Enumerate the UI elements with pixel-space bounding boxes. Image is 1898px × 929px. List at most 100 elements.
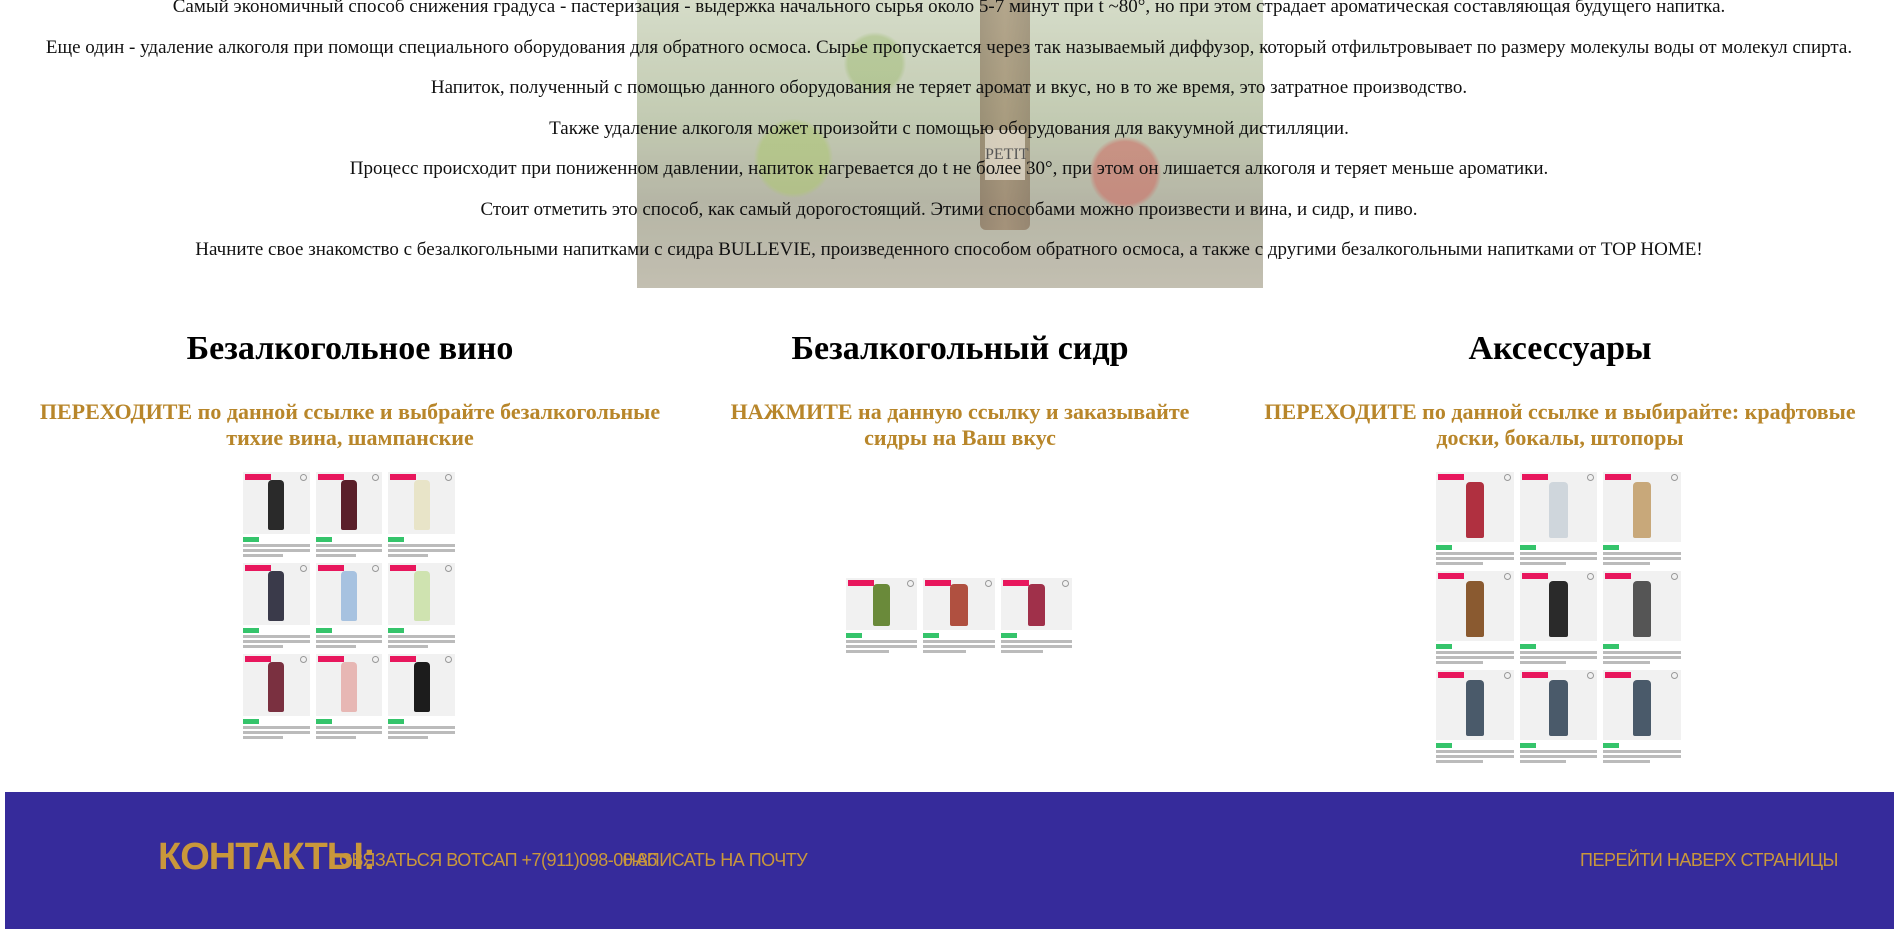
- heart-icon[interactable]: [1670, 672, 1678, 679]
- product-text-line: [388, 640, 455, 643]
- heart-icon[interactable]: [372, 656, 380, 663]
- product-text-line: [315, 736, 356, 739]
- product-shape: [1632, 680, 1652, 736]
- product-text-line: [1603, 552, 1681, 555]
- product-image: [1000, 578, 1072, 630]
- heart-icon[interactable]: [907, 580, 915, 587]
- product-text-line: [1519, 755, 1598, 758]
- product-shape: [1465, 482, 1485, 538]
- product-card[interactable]: [1436, 571, 1514, 664]
- product-shape: [1465, 680, 1485, 736]
- heart-icon[interactable]: [372, 474, 380, 481]
- heart-icon[interactable]: [1503, 573, 1511, 580]
- product-text-line: [243, 726, 310, 729]
- product-card[interactable]: [1519, 571, 1598, 664]
- heart-icon[interactable]: [1587, 474, 1595, 481]
- sale-badge: [925, 580, 952, 586]
- product-card[interactable]: [1519, 472, 1598, 565]
- intro-paragraph: Напиток, полученный с помощью данного об…: [430, 77, 1468, 98]
- wine-link[interactable]: ПЕРЕХОДИТЕ по данной ссылке и выбрайте б…: [20, 399, 680, 451]
- product-card[interactable]: [388, 654, 455, 739]
- product-card[interactable]: [846, 578, 918, 653]
- sale-badge: [1438, 573, 1464, 579]
- product-text-line: [315, 554, 356, 557]
- product-text-line: [1603, 760, 1650, 763]
- product-text-line: [1436, 651, 1514, 654]
- product-shape: [413, 662, 430, 712]
- product-card[interactable]: [1603, 571, 1681, 664]
- heart-icon[interactable]: [444, 656, 452, 663]
- accessories-products-image[interactable]: [1436, 472, 1681, 763]
- product-text-line: [1603, 557, 1681, 560]
- product-card[interactable]: [243, 472, 310, 557]
- sale-badge: [245, 474, 271, 480]
- product-shape: [1549, 482, 1568, 538]
- sale-badge: [1521, 573, 1548, 579]
- heart-icon[interactable]: [1062, 580, 1069, 587]
- sale-badge: [390, 565, 417, 571]
- product-image: [388, 472, 455, 534]
- product-card[interactable]: [1603, 472, 1681, 565]
- bottle-image: [980, 0, 1030, 230]
- product-shape: [413, 480, 430, 530]
- heart-icon[interactable]: [372, 565, 380, 572]
- product-card[interactable]: [243, 563, 310, 648]
- heart-icon[interactable]: [299, 565, 307, 572]
- cider-title: Безалкогольный сидр: [791, 330, 1129, 367]
- product-card[interactable]: [315, 472, 383, 557]
- product-card[interactable]: [243, 654, 310, 739]
- heart-icon[interactable]: [1670, 573, 1678, 580]
- product-text-line: [388, 731, 455, 734]
- price-tag: [1519, 743, 1536, 748]
- product-text-line: [388, 726, 455, 729]
- product-shape: [268, 571, 285, 621]
- product-card[interactable]: [388, 472, 455, 557]
- product-text-line: [1519, 750, 1598, 753]
- cider-products-image[interactable]: [846, 578, 1072, 653]
- product-card[interactable]: [315, 654, 383, 739]
- sale-badge: [390, 474, 417, 480]
- heart-icon[interactable]: [444, 565, 452, 572]
- heart-icon[interactable]: [1587, 573, 1595, 580]
- product-card[interactable]: [1436, 670, 1514, 763]
- product-card[interactable]: [388, 563, 455, 648]
- heart-icon[interactable]: [299, 656, 307, 663]
- cider-link[interactable]: НАЖМИТЕ на данную ссылку и заказывайте с…: [700, 399, 1220, 451]
- product-card[interactable]: [1519, 670, 1598, 763]
- intro-paragraph: Самый экономичный способ снижения градус…: [172, 0, 1726, 17]
- product-card[interactable]: [315, 563, 383, 648]
- accessories-link[interactable]: ПЕРЕХОДИТЕ по данной ссылке и выбирайте:…: [1250, 399, 1870, 451]
- heart-icon[interactable]: [1503, 672, 1511, 679]
- wine-products-image[interactable]: [243, 472, 455, 739]
- heart-icon[interactable]: [1503, 474, 1511, 481]
- heart-icon[interactable]: [1670, 474, 1678, 481]
- product-card[interactable]: [1603, 670, 1681, 763]
- heart-icon[interactable]: [444, 474, 452, 481]
- product-card[interactable]: [1000, 578, 1072, 653]
- product-shape: [1549, 581, 1568, 637]
- product-text-line: [846, 640, 918, 643]
- sale-badge: [317, 474, 344, 480]
- heart-icon[interactable]: [299, 474, 307, 481]
- product-image: [846, 578, 918, 630]
- heart-icon[interactable]: [1587, 672, 1595, 679]
- sale-badge: [245, 565, 271, 571]
- product-image: [243, 472, 310, 534]
- product-text-line: [1436, 562, 1483, 565]
- product-text-line: [315, 640, 383, 643]
- sale-badge: [1605, 672, 1632, 678]
- whatsapp-link[interactable]: СВЯЗАТЬСЯ ВОТСАП +7(911)098-00-86: [339, 850, 657, 871]
- product-text-line: [315, 544, 383, 547]
- scroll-top-link[interactable]: ПЕРЕЙТИ НАВЕРХ СТРАНИЦЫ: [1580, 850, 1838, 871]
- email-link[interactable]: НАПИСАТЬ НА ПОЧТУ: [623, 850, 808, 871]
- product-card[interactable]: [923, 578, 995, 653]
- product-card[interactable]: [1436, 472, 1514, 565]
- product-shape: [268, 480, 285, 530]
- footer: КОНТАКТЫ: СВЯЗАТЬСЯ ВОТСАП +7(911)098-00…: [5, 792, 1894, 929]
- price-tag: [1603, 545, 1620, 550]
- sale-badge: [1438, 672, 1464, 678]
- product-text-line: [243, 640, 310, 643]
- product-text-line: [388, 645, 429, 648]
- wine-title: Безалкогольное вино: [186, 330, 514, 367]
- heart-icon[interactable]: [984, 580, 992, 587]
